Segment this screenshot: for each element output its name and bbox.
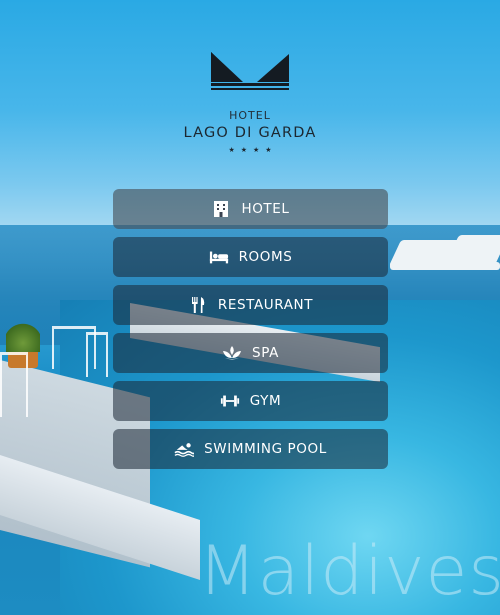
- lotus-icon: [222, 344, 242, 362]
- hotel-stars: ★★★★: [228, 145, 278, 154]
- menu-item-spa[interactable]: SPA: [113, 333, 388, 373]
- background-chair: [0, 352, 28, 417]
- swimmer-icon: [174, 440, 195, 458]
- menu-item-label: RESTAURANT: [217, 297, 314, 313]
- background-chair: [86, 332, 108, 377]
- fork-knife-icon: [188, 296, 208, 314]
- main-menu: HOTEL ROOMS RESTAURANT SPA GYM SWIMMING …: [113, 189, 388, 477]
- menu-item-label: SWIMMING POOL: [204, 441, 327, 457]
- menu-item-label: SPA: [252, 345, 279, 361]
- menu-item-rooms[interactable]: ROOMS: [113, 237, 388, 277]
- dumbbell-icon: [220, 392, 240, 410]
- hotel-name: LAGO DI GARDA: [183, 125, 317, 141]
- bed-icon: [209, 248, 229, 266]
- hotel-m-logo-icon: [211, 52, 289, 90]
- menu-item-restaurant[interactable]: RESTAURANT: [113, 285, 388, 325]
- hotel-logo: HOTEL LAGO DI GARDA ★★★★: [0, 52, 500, 154]
- location-watermark: Maldives: [198, 532, 500, 611]
- hotel-word: HOTEL: [229, 109, 271, 122]
- menu-item-swimming-pool[interactable]: SWIMMING POOL: [113, 429, 388, 469]
- menu-item-label: ROOMS: [238, 249, 293, 265]
- building-icon: [211, 200, 231, 218]
- background-plant: [6, 322, 40, 352]
- menu-item-label: HOTEL: [241, 201, 290, 217]
- menu-item-label: GYM: [249, 393, 282, 409]
- menu-item-hotel[interactable]: HOTEL: [113, 189, 388, 229]
- menu-item-gym[interactable]: GYM: [113, 381, 388, 421]
- background-lounger: [390, 262, 500, 270]
